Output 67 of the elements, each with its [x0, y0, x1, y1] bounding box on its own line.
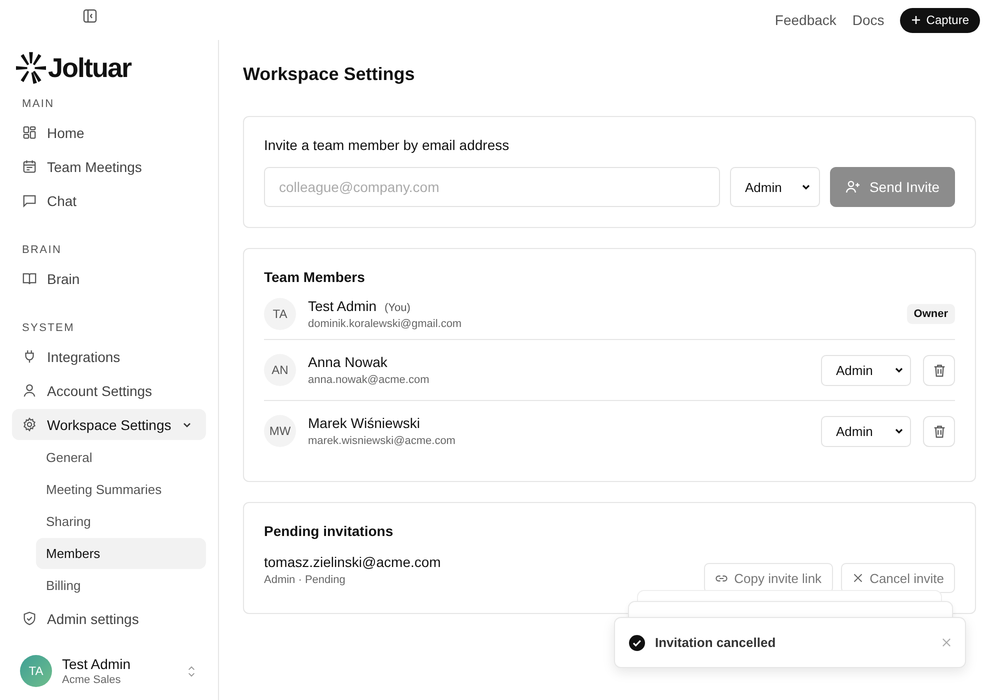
member-email: anna.nowak@acme.com [308, 374, 430, 386]
user-name: Test Admin [62, 656, 132, 672]
logo-icon [16, 51, 46, 85]
invite-label: Invite a team member by email address [264, 137, 510, 153]
nav-subitem[interactable]: General [36, 442, 206, 473]
section-heading: MAIN [21, 97, 56, 112]
nav-item[interactable]: Account Settings [12, 375, 206, 406]
nav-item[interactable]: Workspace Settings [12, 409, 206, 440]
close-icon [852, 572, 864, 584]
toast-message: Invitation cancelled [655, 635, 777, 650]
book-icon [22, 271, 37, 286]
member-avatar: AN [264, 354, 296, 386]
sidebar-toggle-icon[interactable] [83, 9, 97, 23]
shield-icon [22, 611, 37, 626]
trash-icon [932, 362, 946, 378]
capture-button[interactable]: Capture [900, 8, 980, 32]
nav-subitem[interactable]: Billing [36, 570, 206, 601]
role-select[interactable]: Admin [821, 416, 911, 446]
chevron-down-icon [801, 182, 811, 192]
remove-button[interactable] [923, 354, 955, 386]
invite-email: tomasz.zielinski@acme.com [264, 554, 442, 570]
page-title: Workspace Settings [243, 64, 416, 86]
switcher-icon[interactable] [187, 664, 196, 678]
nav-item[interactable]: Admin settings [12, 603, 206, 634]
nav-item[interactable]: Team Meetings [12, 151, 206, 182]
chevron-down-icon [894, 365, 904, 375]
top-link[interactable]: Feedback [774, 12, 836, 28]
section-heading: SYSTEM [21, 321, 76, 336]
check-icon [629, 634, 645, 650]
nav-item[interactable]: Brain [12, 263, 206, 294]
nav-subitem[interactable]: Sharing [36, 506, 206, 537]
workspace-name: Acme Sales [62, 674, 122, 686]
nav-subitem[interactable]: Members [36, 538, 206, 569]
chat-icon [22, 193, 37, 208]
brand-name: Joltuar [48, 52, 132, 84]
add-user-icon [845, 179, 862, 195]
section-heading: BRAIN [21, 243, 63, 258]
member-email: dominik.koralewski@gmail.com [308, 318, 463, 330]
you-tag: (You) [384, 302, 410, 314]
top-link[interactable]: Docs [852, 12, 884, 28]
role-select[interactable]: Admin [821, 354, 911, 386]
copy-link-button[interactable]: Copy invite link [704, 563, 833, 593]
home-icon [22, 125, 37, 140]
plug-icon [22, 349, 37, 364]
member-avatar: MW [264, 415, 296, 447]
gear-icon [22, 417, 37, 432]
section-title: Pending invitations [264, 523, 394, 539]
user-avatar: TA [20, 655, 52, 687]
member-email: marek.wisniewski@acme.com [308, 435, 456, 447]
nav-subitem[interactable]: Meeting Summaries [36, 474, 206, 505]
user-icon [22, 383, 37, 398]
nav-item[interactable]: Home [12, 117, 206, 148]
chevron-down-icon [894, 426, 904, 436]
nav-item[interactable]: Chat [12, 185, 206, 216]
member-name: Test Admin [308, 298, 376, 314]
member-avatar: TA [264, 298, 296, 330]
remove-button[interactable] [923, 416, 955, 446]
cancel-invite-button[interactable]: Cancel invite [840, 563, 955, 593]
trash-icon [932, 424, 946, 438]
plus-icon [911, 15, 922, 25]
calendar-icon [22, 159, 37, 174]
invite-meta: Admin · Pending [264, 574, 346, 586]
member-name: Marek Wiśniewski [308, 415, 420, 431]
owner-badge: Owner [906, 304, 955, 324]
nav-item[interactable]: Integrations [12, 341, 206, 372]
section-title: Team Members [264, 269, 366, 285]
member-name: Anna Nowak [308, 354, 388, 370]
